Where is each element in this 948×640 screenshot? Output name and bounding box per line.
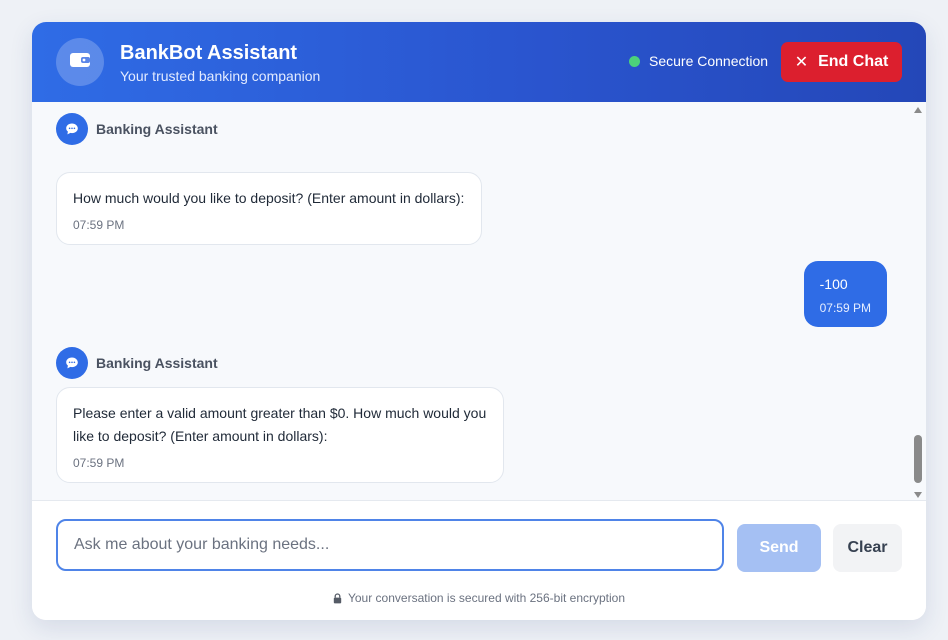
bot-message: Please enter a valid amount greater than… <box>56 387 504 483</box>
chat-subtitle: Your trusted banking companion <box>120 68 321 84</box>
message-scrollbar[interactable] <box>910 102 926 500</box>
message-time: 07:59 PM <box>819 301 871 315</box>
sender-name: Banking Assistant <box>96 121 218 137</box>
status-dot-icon <box>629 55 640 67</box>
scrollbar-thumb[interactable] <box>914 435 922 483</box>
message-list[interactable]: Banking Assistant How much would you lik… <box>32 102 926 502</box>
chat-window: BankBot Assistant Your trusted banking c… <box>32 22 926 620</box>
message-text: -100 <box>819 276 848 292</box>
message-time: 07:59 PM <box>73 456 125 470</box>
security-note-text: Your conversation is secured with 256-bi… <box>347 591 626 605</box>
wallet-icon <box>69 52 91 73</box>
bot-message: How much would you like to deposit? (Ent… <box>56 172 482 245</box>
chat-title: BankBot Assistant <box>120 42 298 64</box>
message-text: Please enter a valid amount greater than… <box>73 405 487 444</box>
chat-header: BankBot Assistant Your trusted banking c… <box>32 22 926 102</box>
status-text: Secure Connection <box>649 53 769 69</box>
message-input[interactable] <box>56 519 724 571</box>
chat-bubble-icon <box>56 113 88 145</box>
scroll-down-arrow-icon[interactable] <box>914 492 922 498</box>
composer: Send Clear Your conversation is secured … <box>32 500 926 620</box>
message-sender: Banking Assistant <box>56 113 218 145</box>
security-note: Your conversation is secured with 256-bi… <box>32 591 926 605</box>
scroll-up-arrow-icon[interactable] <box>914 107 922 113</box>
end-chat-button[interactable]: ✕ End Chat <box>781 42 902 82</box>
connection-status: Secure Connection <box>629 53 768 69</box>
sender-name: Banking Assistant <box>96 355 218 371</box>
message-text: How much would you like to deposit? (Ent… <box>73 190 465 206</box>
message-time: 07:59 PM <box>73 218 125 232</box>
lock-icon <box>333 592 342 604</box>
bot-logo <box>56 38 104 86</box>
message-sender: Banking Assistant <box>56 347 218 379</box>
chat-bubble-icon <box>56 347 88 379</box>
end-chat-label: End Chat <box>818 53 889 70</box>
send-button[interactable]: Send <box>737 524 821 572</box>
clear-button[interactable]: Clear <box>833 524 902 572</box>
user-message: -100 07:59 PM <box>803 261 887 327</box>
close-icon: ✕ <box>794 54 809 71</box>
